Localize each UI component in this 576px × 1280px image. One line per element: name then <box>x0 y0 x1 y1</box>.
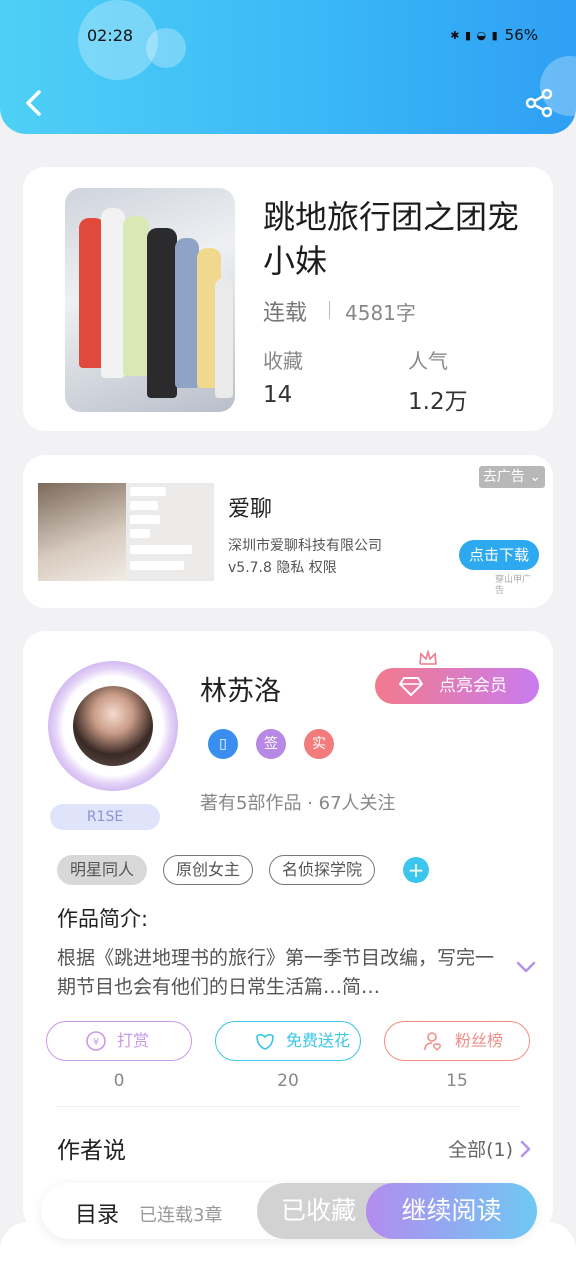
flower-icon <box>256 1033 274 1050</box>
back-icon[interactable] <box>20 88 48 118</box>
diamond-icon <box>399 677 423 696</box>
book-status: 连载 <box>263 301 308 326</box>
chapter-count: 已连载3章 <box>139 1205 223 1226</box>
coin-icon: ¥ <box>86 1031 106 1051</box>
see-all-label: 全部(1) <box>448 1139 513 1161</box>
continue-reading-button[interactable]: 继续阅读 <box>366 1183 537 1239</box>
ad-company: 深圳市爱聊科技有限公司 <box>228 538 382 554</box>
remove-ad-button[interactable]: 去广告 ⌄ <box>478 466 545 488</box>
fan-ranking-label: 粉丝榜 <box>455 1031 504 1050</box>
toc-button[interactable]: 目录 <box>75 1197 119 1229</box>
bottom-bar: 目录 已连载3章 已收藏 继续阅读 <box>41 1183 537 1239</box>
fan-count: 15 <box>446 1071 468 1091</box>
add-tag-icon[interactable]: + <box>403 857 430 883</box>
decor-bubble <box>146 28 186 68</box>
author-avatar[interactable] <box>48 661 178 791</box>
intro-title: 作品简介: <box>57 907 149 931</box>
user-heart-icon <box>424 1032 441 1051</box>
see-all-link[interactable]: 全部(1) <box>448 1135 531 1162</box>
word-count: 4581字 <box>345 301 416 325</box>
ad-app-name: 爱聊 <box>228 497 273 522</box>
send-flower-button[interactable]: 免费送花 <box>215 1021 361 1061</box>
reward-button[interactable]: ¥ 打赏 <box>46 1021 192 1061</box>
reward-label: 打赏 <box>117 1031 150 1050</box>
ad-chat-screenshot <box>126 483 214 581</box>
chat-bubble <box>130 515 160 524</box>
avatar-badge: R1SE <box>50 804 160 830</box>
remove-ad-label: 去广告 <box>482 469 525 485</box>
popularity-value: 1.2万 <box>408 389 468 415</box>
author-card: R1SE 林苏洛 点亮会员 ▯ 签 实 著有5部作品 · 67人关注 明星同人 … <box>23 631 553 1231</box>
vip-label: 点亮会员 <box>439 676 507 696</box>
fan-ranking-button[interactable]: 粉丝榜 <box>384 1021 530 1061</box>
action-row: ¥ 打赏 免费送花 粉丝榜 <box>46 1021 530 1061</box>
crown-icon <box>419 650 437 665</box>
tag-item[interactable]: 明星同人 <box>57 855 148 885</box>
send-flower-label: 免费送花 <box>286 1031 351 1050</box>
battery-level: 56% <box>504 26 538 44</box>
chat-bubble <box>130 529 150 538</box>
popularity-label: 人气 <box>408 349 448 373</box>
chat-bubble <box>130 561 184 570</box>
favorites-label: 收藏 <box>263 349 303 373</box>
tag-item[interactable]: 原创女主 <box>163 855 254 885</box>
book-cover[interactable] <box>65 188 235 412</box>
cover-figure <box>215 278 233 398</box>
status-right: ✱ ▮ ◒ ▮ 56% <box>450 26 538 44</box>
cover-figure <box>147 228 177 398</box>
divider <box>329 301 330 319</box>
divider <box>57 1106 519 1107</box>
author-stats: 著有5部作品 · 67人关注 <box>200 793 396 814</box>
favorites-value: 14 <box>263 382 293 408</box>
ad-image[interactable] <box>38 483 214 581</box>
reward-count: 0 <box>113 1071 125 1091</box>
sign-badge[interactable]: 签 <box>256 729 286 759</box>
cover-figure <box>175 238 199 388</box>
chevron-down-icon[interactable] <box>515 960 537 974</box>
intro-text: 根据《跳进地理书的旅行》第一季节目改编，写完一期节目也会有他们的日常生活篇…简… <box>57 947 495 998</box>
real-name-badge[interactable]: 实 <box>304 729 334 759</box>
cover-figure <box>101 208 125 378</box>
ad-source: 穿山甲广告 <box>495 575 532 596</box>
chevron-right-icon <box>520 1140 531 1157</box>
avatar <box>73 686 153 766</box>
chat-bubble <box>130 487 166 496</box>
chat-bubble <box>130 501 158 510</box>
share-icon[interactable] <box>524 88 554 118</box>
book-info-card: 跳地旅行团之团宠小妹 连载 4581字 收藏 14 人气 1.2万 <box>23 167 553 431</box>
phone-verified-badge[interactable]: ▯ <box>208 729 238 759</box>
vip-button[interactable]: 点亮会员 <box>375 668 539 704</box>
svg-text:¥: ¥ <box>93 1037 99 1048</box>
ad-version-links[interactable]: v5.7.8 隐私 权限 <box>228 557 337 577</box>
author-name[interactable]: 林苏洛 <box>200 669 281 708</box>
status-time: 02:28 <box>87 26 134 45</box>
cover-figure <box>123 216 149 376</box>
status-icons: ✱ ▮ ◒ ▮ <box>450 28 499 42</box>
ad-card[interactable]: 爱聊 深圳市爱聊科技有限公司 v5.7.8 隐私 权限 去广告 ⌄ 点击下载 穿… <box>23 455 553 608</box>
book-title: 跳地旅行团之团宠小妹 <box>263 198 520 280</box>
author-badges: ▯ 签 实 <box>208 729 334 759</box>
tag-item[interactable]: 名侦探学院 <box>269 855 376 885</box>
chat-bubble <box>130 545 192 554</box>
author-says-title: 作者说 <box>57 1138 126 1164</box>
ad-photo <box>38 483 126 581</box>
header: 02:28 ✱ ▮ ◒ ▮ 56% <box>0 0 576 134</box>
flower-count: 20 <box>277 1071 299 1091</box>
download-button[interactable]: 点击下载 <box>458 540 539 570</box>
tag-list: 明星同人 原创女主 名侦探学院 + <box>57 855 430 885</box>
